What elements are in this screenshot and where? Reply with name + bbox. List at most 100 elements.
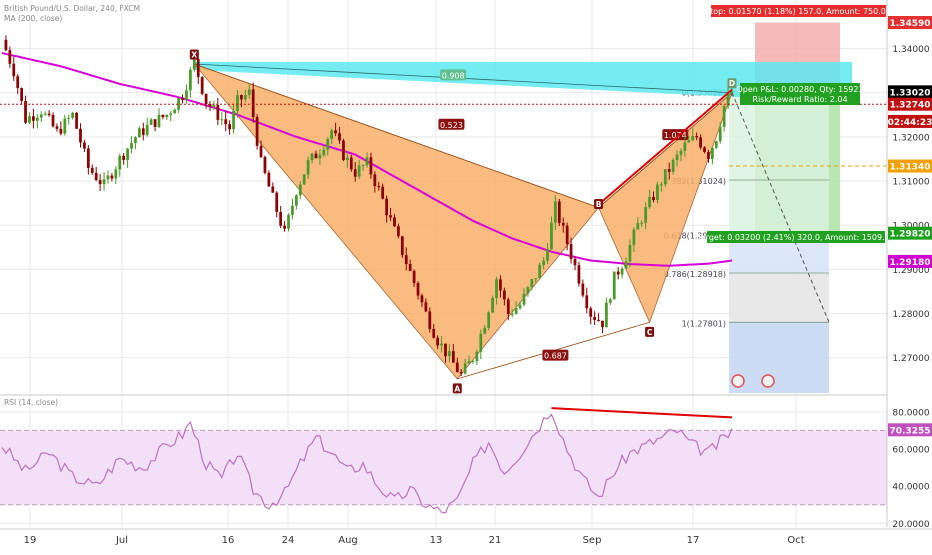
chart-root: 0(1.33028)0.382(1.31024)0.618(1.29785)0.… [0, 0, 932, 550]
candle-body [463, 363, 467, 374]
event-flag-icon [761, 374, 775, 388]
candle-body [377, 186, 381, 188]
candle-body [189, 69, 192, 91]
candle-body [326, 138, 330, 150]
stop-label: Stop: 0.01570 (1.18%) 157.0, Amount: 750… [705, 7, 891, 16]
candle-body [59, 128, 63, 134]
candle-body [393, 217, 396, 227]
candle-body [514, 308, 518, 314]
rsi-tick-label: 80.0000 [892, 408, 929, 418]
candle-body [495, 279, 498, 299]
candle-body [220, 119, 224, 121]
candle-body [577, 265, 581, 284]
fib-zone-upper [729, 91, 829, 235]
candle-body [573, 259, 577, 266]
candle-body [145, 124, 149, 135]
candle-body [28, 116, 31, 123]
price-tag-label: 1.29180 [890, 258, 931, 268]
candle-body [275, 192, 279, 212]
candle-body [4, 39, 8, 51]
candle-body [67, 117, 71, 119]
x-tick-label: 13 [430, 535, 443, 546]
x-tick-label: 19 [24, 535, 37, 546]
candle-body [432, 328, 436, 338]
candle-body [636, 223, 640, 230]
candle-body [318, 155, 322, 159]
candle-body [51, 114, 55, 127]
candle-body [47, 113, 51, 115]
candle-body [675, 154, 679, 160]
candle-body [444, 343, 447, 357]
candle-body [557, 201, 561, 223]
price-tag-label: 1.34590 [890, 19, 931, 29]
candle-body [137, 128, 141, 138]
candle-body [385, 198, 388, 216]
candle-body [271, 186, 275, 193]
candle-body [608, 299, 612, 303]
pattern-point-label: X [191, 51, 197, 60]
candle-body [412, 270, 416, 284]
candle-body [169, 113, 173, 115]
x-tick-label: Sep [583, 535, 602, 546]
candle-body [542, 260, 545, 265]
candle-body [298, 184, 302, 196]
candle-body [94, 172, 98, 181]
candle-body [149, 119, 153, 125]
candle-body [330, 130, 334, 139]
candle-body [181, 98, 184, 101]
candle-body [569, 244, 573, 260]
candle-body [342, 140, 345, 161]
fib-level-label: 1(1.27801) [682, 319, 726, 328]
candle-body [416, 283, 420, 296]
candle-body [134, 137, 137, 143]
candle-body [479, 333, 483, 352]
target-label: Target: 0.03200 (2.41%) 320.0, Amount: 1… [696, 233, 895, 242]
candle-body [12, 63, 16, 77]
rsi-legend: RSI (14, close) [4, 398, 58, 407]
candle-body [71, 112, 75, 118]
candle-body [487, 312, 491, 328]
candle-body [39, 114, 43, 118]
candle-body [291, 205, 294, 215]
candle-body [287, 214, 290, 229]
candle-body [400, 236, 404, 256]
x-tick-label: 24 [282, 535, 295, 546]
candle-body [173, 109, 177, 114]
candle-body [302, 174, 306, 185]
candle-body [294, 195, 298, 206]
candle-body [440, 343, 443, 346]
candle-body [585, 295, 589, 309]
candle-body [424, 302, 428, 312]
candle-body [546, 249, 549, 261]
candle-body [75, 112, 78, 129]
candle-body [157, 114, 161, 127]
candle-body [35, 117, 39, 121]
pattern-point-label: A [454, 384, 460, 393]
candle-body [130, 142, 133, 149]
candle-body [83, 142, 86, 149]
candle-body [510, 313, 514, 315]
candle-body [86, 148, 90, 168]
candle-body [451, 351, 455, 363]
x-tick-label: Jul [115, 535, 128, 546]
candle-body [114, 169, 118, 179]
candle-body [632, 229, 636, 245]
candle-body [236, 95, 239, 112]
rsi-tick-label: 20.0000 [892, 520, 929, 530]
fib-zone-grey [729, 272, 829, 323]
candle-body [349, 157, 353, 170]
candle-body [16, 76, 20, 89]
chart-svg: 0(1.33028)0.382(1.31024)0.618(1.29785)0.… [0, 0, 932, 550]
price-tag-label: 1.29820 [890, 230, 931, 240]
candle-body [98, 180, 102, 185]
candle-body [526, 286, 530, 294]
candle-body [499, 279, 502, 291]
candle-body [707, 152, 710, 159]
candle-body [612, 271, 616, 300]
candle-body [648, 196, 651, 208]
candle-body [247, 89, 251, 95]
candle-body [436, 337, 440, 346]
candle-body [79, 128, 82, 143]
candle-body [338, 133, 341, 141]
candle-body [699, 137, 702, 148]
